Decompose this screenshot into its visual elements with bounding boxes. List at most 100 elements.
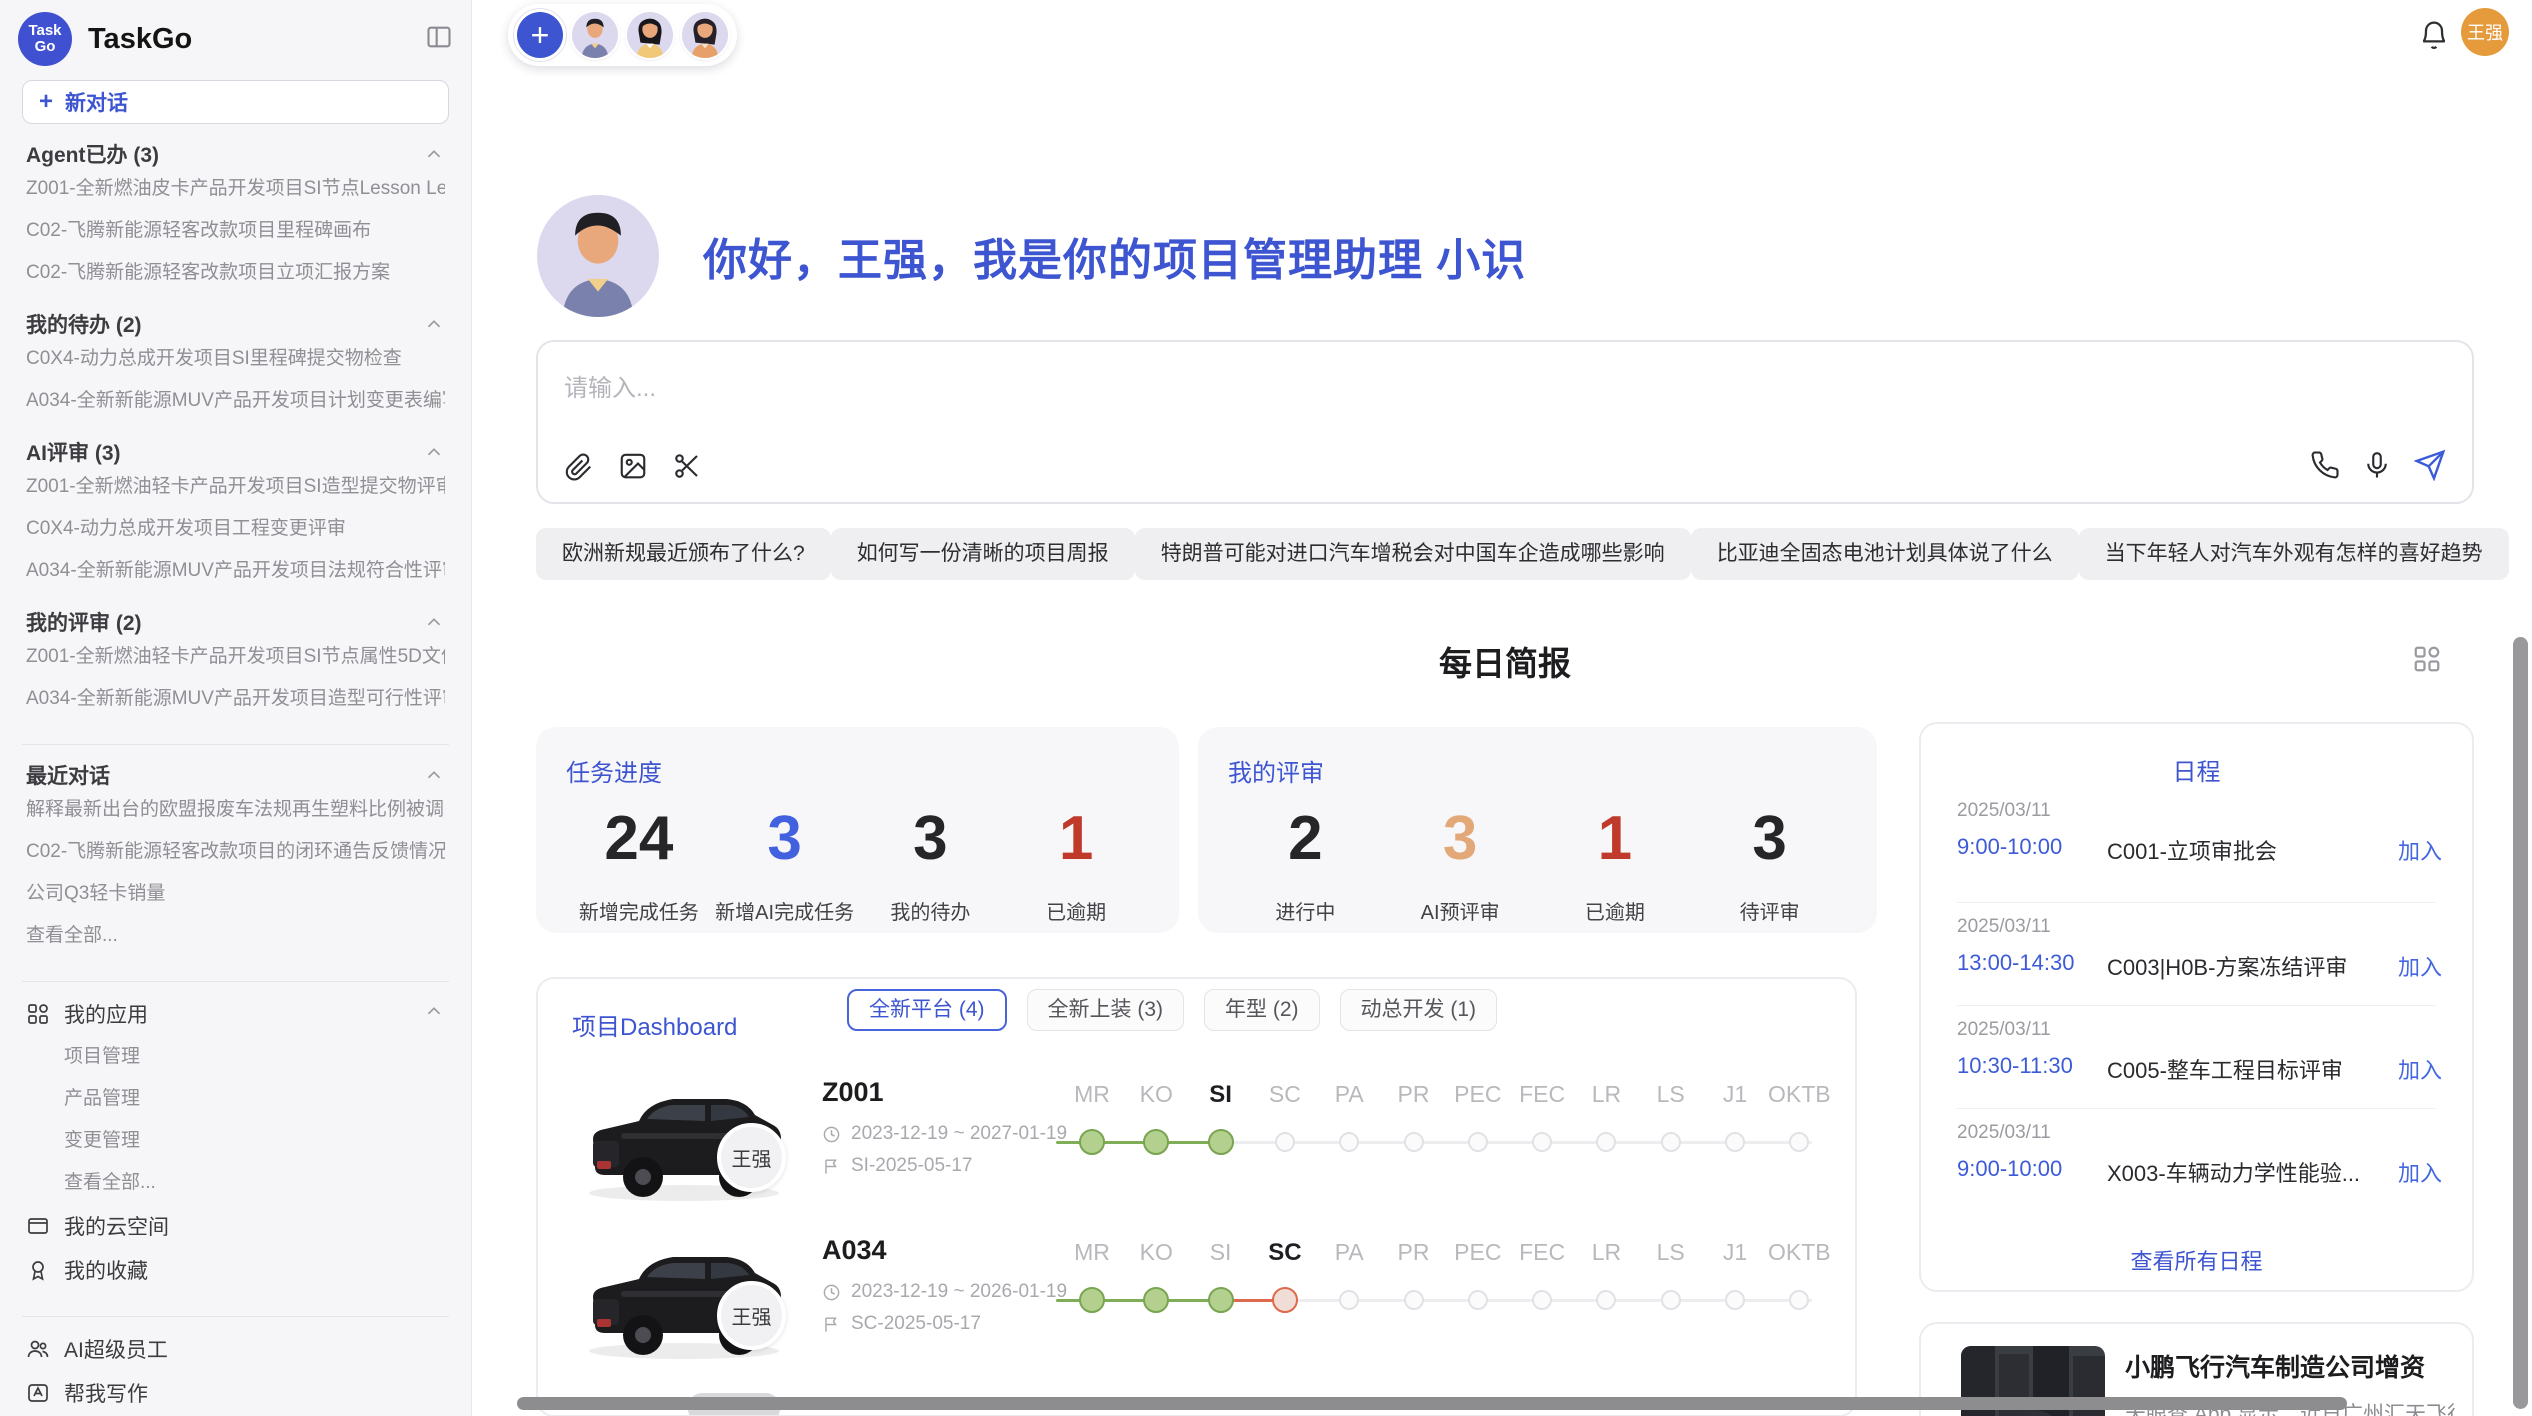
sidebar-task-item[interactable]: A034-全新新能源MUV产品开发项目计划变更表编写 — [26, 380, 445, 422]
agent-avatar-1[interactable] — [572, 12, 618, 58]
dashboard-tab[interactable]: 全新平台 (4) — [847, 989, 1007, 1031]
suggestion-chip[interactable]: 当下年轻人对汽车外观有怎样的喜好趋势 — [2079, 528, 2509, 580]
suggestion-chip[interactable]: 比亚迪全固态电池计划具体说了什么 — [1691, 528, 2079, 580]
dashboard-tab[interactable]: 年型 (2) — [1204, 989, 1320, 1031]
sidebar-task-item[interactable]: Z001-全新燃油轻卡产品开发项目SI节点属性5D文件评审 — [26, 636, 445, 678]
schedule-event-title: C005-整车工程目标评审 — [2107, 1053, 2343, 1085]
window-icon — [26, 1214, 50, 1238]
sidebar-task-item[interactable]: C02-飞腾新能源轻客改款项目里程碑画布 — [26, 210, 445, 252]
sidebar-divider — [22, 981, 449, 982]
agent-avatar-bar: + — [508, 4, 737, 66]
agent-avatar-3[interactable] — [682, 12, 728, 58]
dashboard-tab[interactable]: 全新上装 (3) — [1027, 989, 1185, 1031]
stat-value: 3 — [1383, 804, 1538, 874]
agent-avatar-2[interactable] — [627, 12, 673, 58]
notifications-bell-icon[interactable] — [2418, 20, 2450, 57]
sidebar-group-header[interactable]: 我的评审 (2) — [26, 608, 445, 636]
my-review-card: 我的评审 2进行中3AI预评审1已逾期3待评审 — [1198, 727, 1877, 933]
my-apps-item[interactable]: 产品管理 — [26, 1078, 445, 1120]
milestone-label: MR — [1057, 1081, 1127, 1108]
view-all-schedule-link[interactable]: 查看所有日程 — [1921, 1244, 2472, 1276]
app-title: TaskGo — [88, 23, 425, 56]
sidebar-task-item[interactable]: Z001-全新燃油轻卡产品开发项目SI造型提交物评审 — [26, 466, 445, 508]
project-code[interactable]: Z001 — [822, 1077, 884, 1108]
schedule-entry: 2025/03/1110:30-11:30C005-整车工程目标评审加入 — [1957, 1005, 2442, 1105]
chevron-up-icon — [423, 1000, 445, 1028]
stat-column: 24新增完成任务 — [566, 804, 712, 925]
sidebar-task-item[interactable]: A034-全新新能源MUV产品开发项目法规符合性评审 — [26, 550, 445, 592]
sidebar-tool[interactable]: 帮我写作 — [26, 1371, 445, 1415]
recent-chats-header[interactable]: 最近对话 — [26, 761, 445, 789]
project-date-range: 2023-12-19 ~ 2027-01-19 — [851, 1123, 1067, 1145]
project-code[interactable]: A034 — [822, 1235, 887, 1266]
horizontal-scrollbar[interactable] — [517, 1397, 2347, 1410]
recent-chat-item[interactable]: 解释最新出台的欧盟报废车法规再生塑料比例被调至15%... — [26, 789, 445, 831]
join-meeting-link[interactable]: 加入 — [2398, 950, 2442, 982]
stat-label: 已逾期 — [1538, 896, 1693, 925]
sidebar-group-header[interactable]: AI评审 (3) — [26, 438, 445, 466]
join-meeting-link[interactable]: 加入 — [2398, 834, 2442, 866]
stat-value: 3 — [858, 804, 1004, 874]
milestone-node — [1661, 1290, 1681, 1310]
image-icon[interactable] — [618, 451, 648, 486]
task-progress-stats: 24新增完成任务3新增AI完成任务3我的待办1已逾期 — [566, 804, 1149, 925]
milestone-node — [1596, 1290, 1616, 1310]
milestone-label: PEC — [1443, 1239, 1513, 1266]
add-agent-button[interactable]: + — [517, 12, 563, 58]
stat-label: 新增AI完成任务 — [712, 896, 858, 925]
chat-input[interactable] — [562, 366, 2266, 450]
recent-chat-item[interactable]: C02-飞腾新能源轻客改款项目的闭环通告反馈情况 — [26, 831, 445, 873]
stat-value: 3 — [1692, 804, 1847, 874]
vertical-scrollbar[interactable] — [2513, 637, 2528, 1409]
my-apps-header[interactable]: 我的应用 — [26, 992, 445, 1036]
layout-grid-icon[interactable] — [2412, 644, 2442, 679]
sidebar-group-header[interactable]: 我的待办 (2) — [26, 310, 445, 338]
join-meeting-link[interactable]: 加入 — [2398, 1053, 2442, 1085]
milestone-label: J1 — [1700, 1081, 1770, 1108]
sidebar-link-badge[interactable]: 我的收藏 — [26, 1248, 445, 1292]
recent-chat-item[interactable]: 公司Q3轻卡销量 — [26, 873, 445, 915]
sidebar-group-header[interactable]: Agent已办 (3) — [26, 140, 445, 168]
sidebar-link-window[interactable]: 我的云空间 — [26, 1204, 445, 1248]
flag-icon — [822, 1315, 841, 1334]
my-apps-item[interactable]: 项目管理 — [26, 1036, 445, 1078]
mic-icon[interactable] — [2362, 450, 2392, 485]
dashboard-tab[interactable]: 动总开发 (1) — [1340, 989, 1498, 1031]
milestone-label: LR — [1571, 1081, 1641, 1108]
milestone-node — [1725, 1290, 1745, 1310]
project-flag: SC-2025-05-17 — [822, 1313, 981, 1335]
greeting-block: 你好，王强，我是你的项目管理助理 小识 — [537, 195, 1526, 317]
schedule-time: 9:00-10:00 — [1957, 834, 2062, 860]
suggestion-chip[interactable]: 特朗普可能对进口汽车增税会对中国车企造成哪些影响 — [1135, 528, 1691, 580]
join-meeting-link[interactable]: 加入 — [2398, 1156, 2442, 1188]
send-icon[interactable] — [2414, 449, 2446, 486]
new-chat-button[interactable]: + 新对话 — [22, 80, 449, 124]
scissors-icon[interactable] — [672, 451, 702, 486]
user-avatar[interactable]: 王强 — [2461, 8, 2509, 56]
suggestion-chip[interactable]: 欧洲新规最近颁布了什么? — [536, 528, 831, 580]
collapse-sidebar-icon[interactable] — [425, 23, 453, 56]
sidebar-task-item[interactable]: C02-飞腾新能源轻客改款项目立项汇报方案 — [26, 252, 445, 294]
milestone-node — [1789, 1290, 1809, 1310]
milestone-label: PEC — [1443, 1081, 1513, 1108]
task-progress-card: 任务进度 24新增完成任务3新增AI完成任务3我的待办1已逾期 — [536, 727, 1179, 933]
suggestion-chip[interactable]: 如何写一份清晰的项目周报 — [831, 528, 1135, 580]
my-apps-item[interactable]: 查看全部... — [26, 1162, 445, 1204]
sidebar-task-item[interactable]: C0X4-动力总成开发项目SI里程碑提交物检查 — [26, 338, 445, 380]
milestone-node — [1079, 1287, 1105, 1313]
sidebar-group-title: 我的评审 (2) — [26, 607, 142, 637]
sidebar-task-item[interactable]: Z001-全新燃油皮卡产品开发项目SI节点Lesson Learn报告 — [26, 168, 445, 210]
project-dashboard-card: 项目Dashboard 全新平台 (4)全新上装 (3)年型 (2)动总开发 (… — [536, 977, 1857, 1416]
sidebar-tool[interactable]: AI超级员工 — [26, 1327, 445, 1371]
my-apps-item[interactable]: 变更管理 — [26, 1120, 445, 1162]
schedule-entry: 2025/03/119:00-10:00C001-立项审批会加入 — [1957, 786, 2442, 886]
sidebar-task-item[interactable]: C0X4-动力总成开发项目工程变更评审 — [26, 508, 445, 550]
recent-chats-more[interactable]: 查看全部... — [26, 915, 445, 957]
schedule-title: 日程 — [1921, 752, 2472, 787]
my-apps-title: 我的应用 — [64, 999, 148, 1029]
attach-icon[interactable] — [564, 451, 594, 486]
project-dates: 2023-12-19 ~ 2026-01-19 — [822, 1281, 1067, 1303]
phone-icon[interactable] — [2310, 450, 2340, 485]
sidebar-task-item[interactable]: A034-全新新能源MUV产品开发项目造型可行性评审 — [26, 678, 445, 720]
project-flag: SI-2025-05-17 — [822, 1155, 972, 1177]
